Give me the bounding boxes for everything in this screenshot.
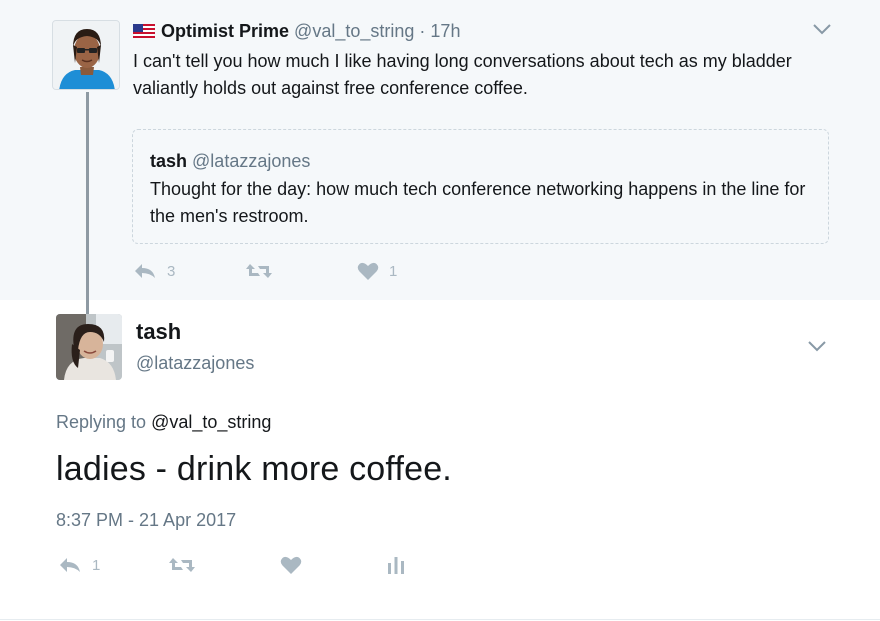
header-separator: · <box>419 21 426 41</box>
retweet-button[interactable] <box>245 262 273 280</box>
heart-icon <box>280 556 302 574</box>
thread-connector-line <box>86 92 89 314</box>
reply-tweet-text: ladies - drink more coffee. <box>56 450 452 488</box>
divider <box>0 619 880 620</box>
reply-count: 1 <box>92 556 101 574</box>
parent-timestamp[interactable]: 17h <box>430 21 460 41</box>
reply-author-avatar[interactable] <box>56 314 122 380</box>
retweet-button[interactable] <box>168 556 196 574</box>
quoted-tweet-header: tash @latazzajones <box>150 150 310 172</box>
reply-count: 3 <box>167 262 176 280</box>
replying-to-context: Replying to @val_to_string <box>56 410 271 434</box>
reply-icon <box>135 264 155 278</box>
us-flag-icon <box>133 24 155 38</box>
heart-icon <box>357 262 379 280</box>
parent-tweet[interactable]: Optimist Prime @val_to_string · 17h I ca… <box>0 0 880 300</box>
like-button[interactable] <box>280 556 302 575</box>
quoted-display-name: tash <box>150 151 188 171</box>
quoted-tweet-text: Thought for the day: how much tech confe… <box>150 179 806 226</box>
reply-display-name[interactable]: tash <box>136 318 181 346</box>
quoted-tweet[interactable]: tash @latazzajones Thought for the day: … <box>132 129 829 244</box>
like-count: 1 <box>389 263 398 280</box>
quoted-handle: @latazzajones <box>192 151 311 171</box>
bar-chart-icon <box>388 557 404 574</box>
replying-to-handle[interactable]: @val_to_string <box>151 412 271 432</box>
reply-timestamp[interactable]: 8:37 PM - 21 Apr 2017 <box>56 508 236 532</box>
like-button[interactable]: 1 <box>357 262 397 281</box>
parent-avatar[interactable] <box>52 20 120 90</box>
parent-tweet-header: Optimist Prime @val_to_string · 17h <box>133 20 460 42</box>
reply-button[interactable]: 1 <box>58 556 100 574</box>
parent-handle[interactable]: @val_to_string <box>294 21 414 41</box>
chevron-down-icon[interactable] <box>812 22 832 36</box>
parent-tweet-text: I can't tell you how much I like having … <box>133 51 792 98</box>
reply-handle[interactable]: @latazzajones <box>136 352 254 374</box>
analytics-button[interactable] <box>386 555 406 575</box>
reply-button[interactable]: 3 <box>133 262 175 280</box>
reply-icon <box>60 558 80 572</box>
replying-to-label: Replying to <box>56 412 147 432</box>
retweet-icon <box>169 558 195 572</box>
retweet-icon <box>246 264 272 278</box>
parent-display-name[interactable]: Optimist Prime <box>161 21 289 41</box>
chevron-down-icon[interactable] <box>807 339 827 353</box>
